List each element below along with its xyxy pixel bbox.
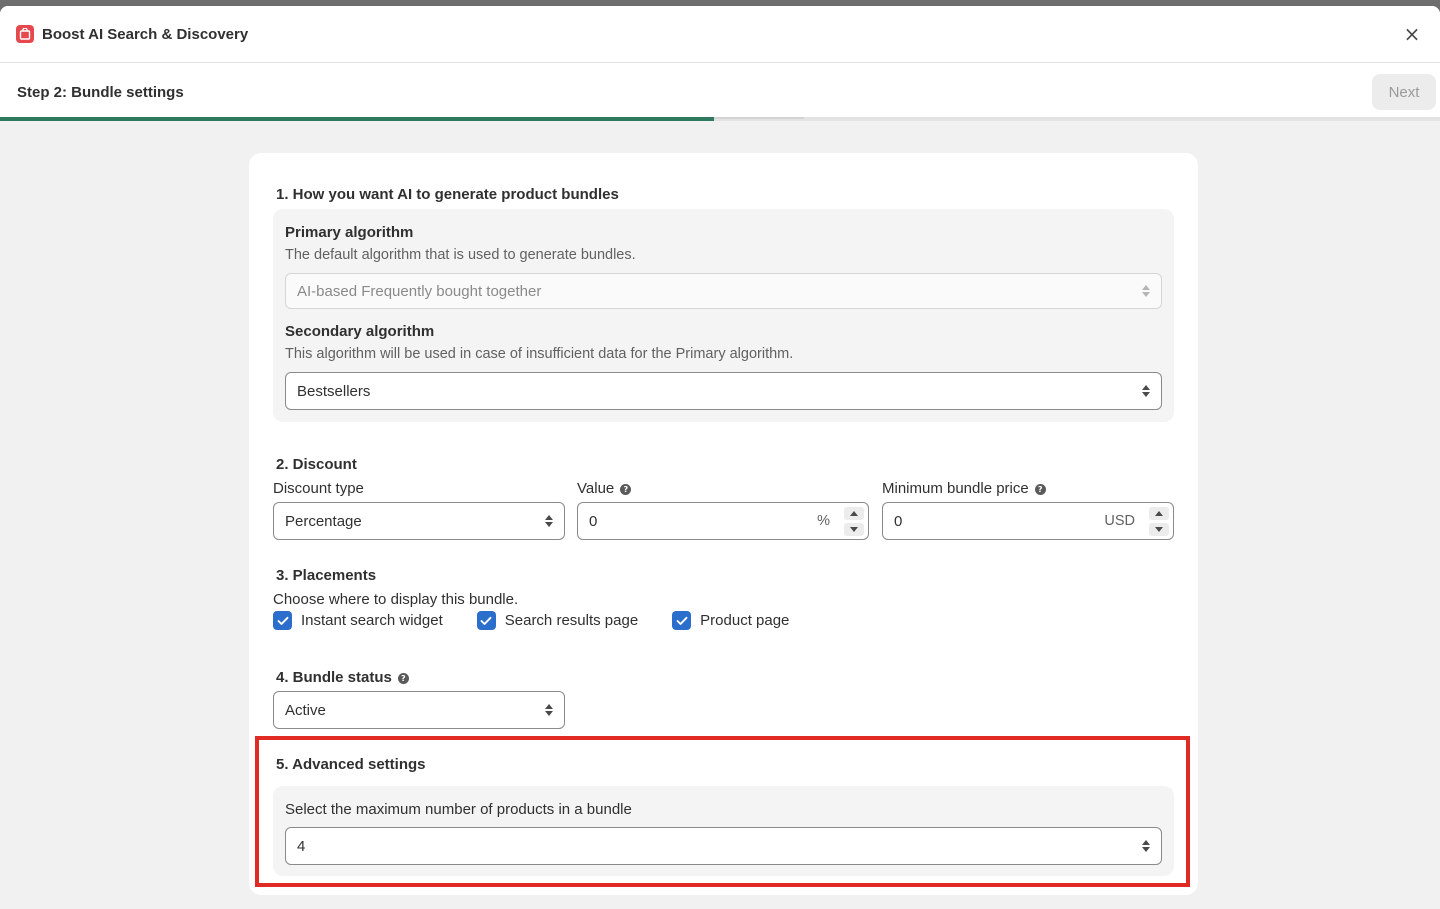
caret-down-icon <box>850 526 858 532</box>
decrement-button[interactable] <box>844 522 864 536</box>
max-products-label: Select the maximum number of products in… <box>285 801 632 818</box>
discount-value-label: Value <box>577 480 615 497</box>
placements-checkbox-group: Instant search widget Search results pag… <box>273 611 823 630</box>
step-progress-marker <box>714 117 804 119</box>
step-title: Step 2: Bundle settings <box>17 83 184 101</box>
step-progress-bar <box>0 117 1440 121</box>
discount-type-value: Percentage <box>285 512 362 530</box>
bag-icon <box>19 28 31 40</box>
discount-value-stepper <box>844 506 864 536</box>
increment-button[interactable] <box>844 506 864 520</box>
placement-product-page[interactable]: Product page <box>672 611 789 630</box>
bundle-status-value: Active <box>285 701 326 719</box>
section-generation-title: 1. How you want AI to generate product b… <box>276 186 619 203</box>
placement-label: Instant search widget <box>301 612 443 629</box>
select-arrows-icon <box>545 704 553 716</box>
max-products-select[interactable]: 4 <box>285 827 1162 865</box>
discount-value-label-row: Value? <box>577 480 632 497</box>
help-icon[interactable]: ? <box>397 673 409 684</box>
checkbox-checked[interactable] <box>476 611 496 630</box>
section-discount-title: 2. Discount <box>276 456 357 473</box>
placement-instant-search[interactable]: Instant search widget <box>273 611 443 630</box>
min-price-stepper <box>1149 506 1169 536</box>
algorithm-panel: Primary algorithm The default algorithm … <box>273 209 1174 422</box>
discount-value-input[interactable]: 0 <box>589 513 597 530</box>
advanced-panel: Select the maximum number of products in… <box>273 786 1174 876</box>
section-status-title: 4. Bundle status <box>276 669 392 686</box>
max-products-value: 4 <box>297 837 306 855</box>
section-placements-title: 3. Placements <box>276 567 377 584</box>
select-arrows-icon <box>545 515 553 527</box>
decrement-button[interactable] <box>1149 522 1169 536</box>
step-header: Step 2: Bundle settings Next <box>0 63 1440 121</box>
placement-label: Search results page <box>504 612 639 629</box>
min-price-suffix: USD <box>1104 513 1135 529</box>
caret-up-icon <box>850 510 858 516</box>
discount-type-label: Discount type <box>273 480 364 497</box>
min-price-label-row: Minimum bundle price? <box>882 480 1046 497</box>
checkbox-checked[interactable] <box>672 611 692 630</box>
select-arrows-icon <box>1142 385 1150 397</box>
secondary-algorithm-label: Secondary algorithm <box>285 323 435 340</box>
min-price-field[interactable]: 0 USD <box>882 502 1174 540</box>
step-progress-fill <box>0 117 715 121</box>
discount-value-field[interactable]: 0 % <box>577 502 869 540</box>
app-window: Boost AI Search & Discovery × Step 2: Bu… <box>0 6 1440 909</box>
section-advanced-title: 5. Advanced settings <box>276 756 426 773</box>
help-icon[interactable]: ? <box>1034 484 1046 495</box>
next-button[interactable]: Next <box>1372 74 1436 110</box>
caret-down-icon <box>1155 526 1163 532</box>
discount-type-select[interactable]: Percentage <box>273 502 565 540</box>
placements-help: Choose where to display this bundle. <box>273 591 519 608</box>
min-price-input[interactable]: 0 <box>894 513 902 530</box>
min-price-label: Minimum bundle price <box>882 480 1029 497</box>
checkmark-icon <box>676 616 688 625</box>
placement-search-results[interactable]: Search results page <box>476 611 639 630</box>
app-logo-icon <box>16 25 34 43</box>
close-button[interactable]: × <box>1400 22 1424 46</box>
app-title: Boost AI Search & Discovery <box>42 25 249 43</box>
increment-button[interactable] <box>1149 506 1169 520</box>
checkmark-icon <box>480 616 492 625</box>
bundle-status-select[interactable]: Active <box>273 691 565 729</box>
checkbox-checked[interactable] <box>273 611 292 630</box>
placement-label: Product page <box>700 612 790 629</box>
title-bar: Boost AI Search & Discovery × <box>0 6 1440 63</box>
help-icon[interactable]: ? <box>620 484 632 495</box>
primary-algorithm-help: The default algorithm that is used to ge… <box>285 247 636 263</box>
checkmark-icon <box>277 616 288 625</box>
select-arrows-icon <box>1142 840 1150 852</box>
secondary-algorithm-help: This algorithm will be used in case of i… <box>285 346 794 362</box>
secondary-algorithm-value: Bestsellers <box>297 382 371 400</box>
caret-up-icon <box>1155 510 1163 516</box>
section-status-title-row: 4. Bundle status? <box>276 669 409 686</box>
primary-algorithm-value: AI-based Frequently bought together <box>297 282 542 300</box>
primary-algorithm-select: AI-based Frequently bought together <box>285 273 1162 309</box>
bundle-settings-card: 1. How you want AI to generate product b… <box>249 153 1198 895</box>
secondary-algorithm-select[interactable]: Bestsellers <box>285 372 1162 410</box>
primary-algorithm-label: Primary algorithm <box>285 224 414 241</box>
discount-value-suffix: % <box>817 513 830 529</box>
select-arrows-icon <box>1142 285 1150 297</box>
